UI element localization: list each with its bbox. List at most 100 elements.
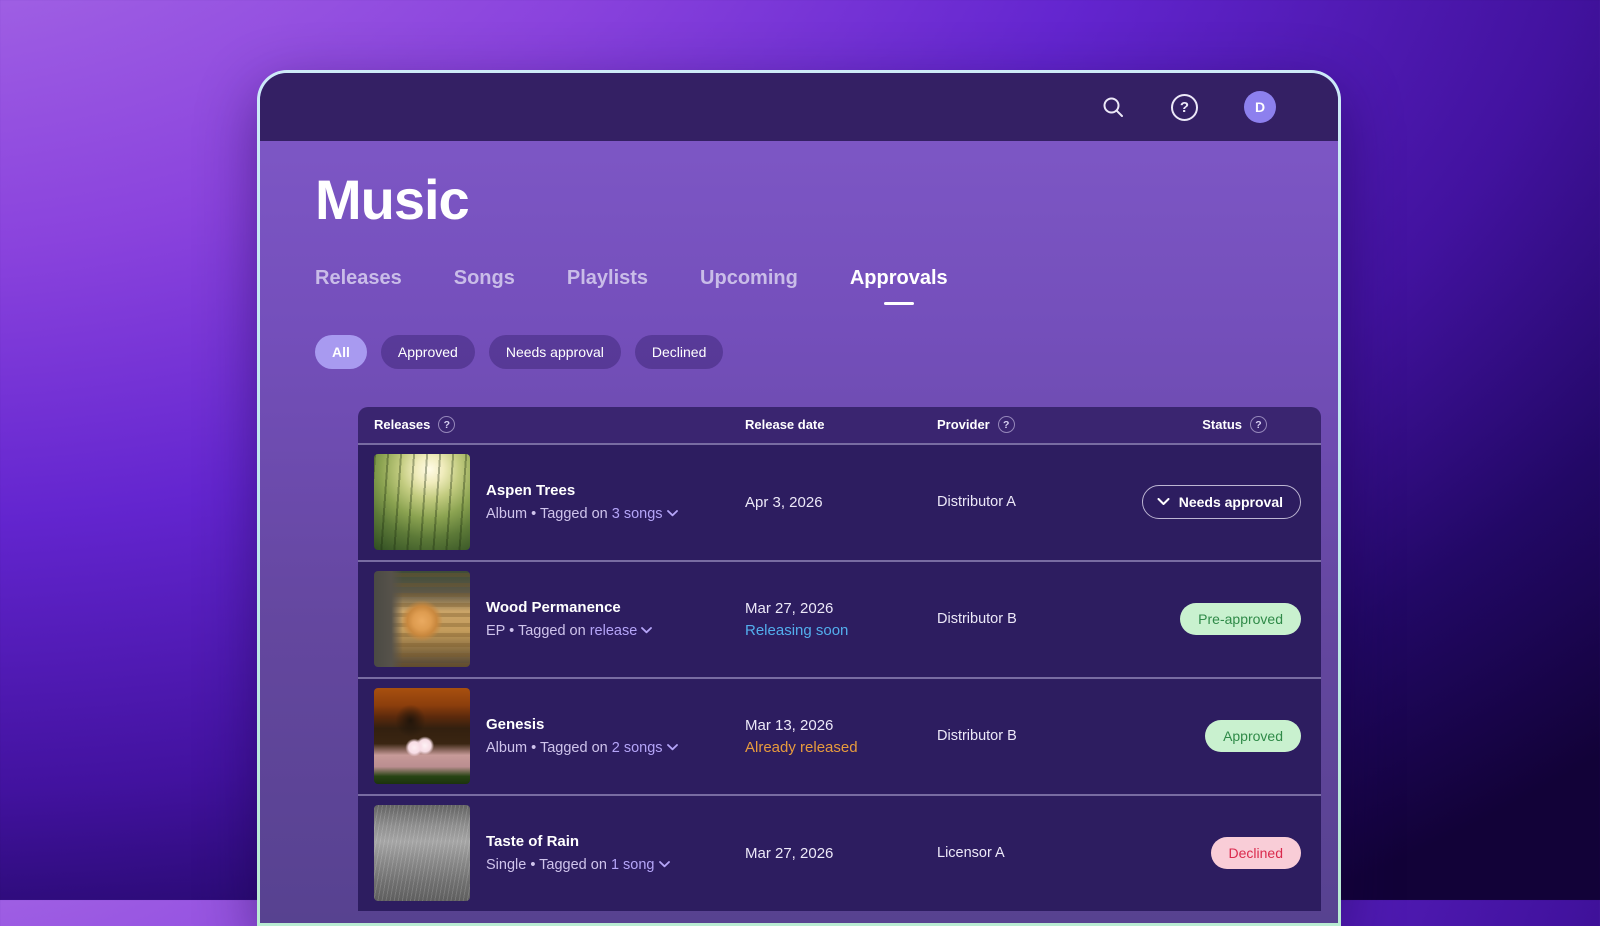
filter-chip-approved[interactable]: Approved xyxy=(381,335,475,369)
filter-chip-all[interactable]: All xyxy=(315,335,367,369)
column-label: Release date xyxy=(745,417,825,432)
release-cell: Wood Permanence EP • Tagged on release xyxy=(358,571,745,667)
album-art-wood-permanence xyxy=(374,571,470,667)
release-note: Already released xyxy=(745,739,937,756)
release-meta: EP • Tagged on release xyxy=(486,623,652,639)
table-row-wood-permanence[interactable]: Wood Permanence EP • Tagged on release M… xyxy=(358,560,1321,677)
tab-label: Approvals xyxy=(850,266,948,290)
tagged-release-link[interactable]: release xyxy=(590,623,653,639)
date-cell: Mar 27, 2026 xyxy=(745,845,937,862)
release-info: Aspen Trees Album • Tagged on 3 songs xyxy=(486,482,678,522)
release-cell: Aspen Trees Album • Tagged on 3 songs xyxy=(358,454,745,550)
release-date: Mar 27, 2026 xyxy=(745,600,937,617)
table-row-taste-of-rain[interactable]: Taste of Rain Single • Tagged on 1 song … xyxy=(358,794,1321,911)
topbar: ? D xyxy=(260,73,1338,141)
provider-value: Licensor A xyxy=(937,845,1112,861)
status-dropdown-needs-approval[interactable]: Needs approval xyxy=(1142,485,1301,519)
release-title: Aspen Trees xyxy=(486,482,678,499)
release-meta-prefix: EP • Tagged on xyxy=(486,623,586,639)
status-cell: Needs approval xyxy=(1112,485,1321,519)
app-window-inner: ? D Music Releases Songs xyxy=(260,73,1338,923)
help-icon: ? xyxy=(1171,94,1198,121)
filter-chip-needs-approval[interactable]: Needs approval xyxy=(489,335,621,369)
column-header-status: Status ? xyxy=(1112,416,1321,433)
chevron-down-icon xyxy=(667,744,678,751)
tab-label: Songs xyxy=(454,266,515,290)
status-help-icon[interactable]: ? xyxy=(1250,416,1267,433)
provider-value: Distributor B xyxy=(937,611,1112,627)
tab-indicator xyxy=(343,302,373,305)
release-meta-prefix: Album • Tagged on xyxy=(486,506,608,522)
tagged-link-label: 2 songs xyxy=(612,740,663,756)
status-label: Needs approval xyxy=(1179,494,1283,510)
chevron-down-icon xyxy=(667,510,678,517)
help-glyph: ? xyxy=(444,420,450,431)
tagged-song-link[interactable]: 1 song xyxy=(611,857,670,873)
release-meta: Album • Tagged on 2 songs xyxy=(486,740,678,756)
release-date: Mar 27, 2026 xyxy=(745,845,937,862)
tagged-link-label: release xyxy=(590,623,638,639)
status-badge-approved: Approved xyxy=(1205,720,1301,752)
tab-indicator xyxy=(592,302,622,305)
app-window: ? D Music Releases Songs xyxy=(257,70,1341,926)
tab-indicator xyxy=(734,302,764,305)
table-row-aspen-trees[interactable]: Aspen Trees Album • Tagged on 3 songs Ap… xyxy=(358,443,1321,560)
releases-help-icon[interactable]: ? xyxy=(438,416,455,433)
album-art-taste-of-rain xyxy=(374,805,470,901)
active-tab-indicator xyxy=(884,302,914,305)
tab-bar: Releases Songs Playlists Upcoming Approv… xyxy=(315,266,1338,305)
tagged-songs-link[interactable]: 2 songs xyxy=(612,740,678,756)
release-title: Taste of Rain xyxy=(486,833,670,850)
date-cell: Apr 3, 2026 xyxy=(745,494,937,511)
column-header-release-date: Release date xyxy=(745,417,937,432)
album-art-aspen-trees xyxy=(374,454,470,550)
account-button[interactable]: D xyxy=(1244,91,1276,123)
tab-indicator xyxy=(469,302,499,305)
status-cell: Declined xyxy=(1112,837,1321,869)
status-cell: Pre-approved xyxy=(1112,603,1321,635)
date-cell: Mar 13, 2026 Already released xyxy=(745,717,937,756)
release-date: Mar 13, 2026 xyxy=(745,717,937,734)
avatar-initial: D xyxy=(1255,99,1265,115)
release-note: Releasing soon xyxy=(745,622,937,639)
tab-approvals[interactable]: Approvals xyxy=(850,266,948,305)
date-cell: Mar 27, 2026 Releasing soon xyxy=(745,600,937,639)
search-button[interactable] xyxy=(1101,95,1125,119)
release-title: Genesis xyxy=(486,716,678,733)
tab-label: Playlists xyxy=(567,266,648,290)
provider-help-icon[interactable]: ? xyxy=(998,416,1015,433)
tab-playlists[interactable]: Playlists xyxy=(567,266,648,305)
status-filter-chips: All Approved Needs approval Declined xyxy=(315,335,1338,369)
release-info: Genesis Album • Tagged on 2 songs xyxy=(486,716,678,756)
column-label: Releases xyxy=(374,417,430,432)
chevron-down-icon xyxy=(641,627,652,634)
tab-label: Upcoming xyxy=(700,266,798,290)
table-header: Releases ? Release date Provider ? xyxy=(358,407,1321,443)
release-title: Wood Permanence xyxy=(486,599,652,616)
tagged-songs-link[interactable]: 3 songs xyxy=(612,506,678,522)
table-row-genesis[interactable]: Genesis Album • Tagged on 2 songs Mar 13… xyxy=(358,677,1321,794)
album-art-genesis xyxy=(374,688,470,784)
release-meta: Album • Tagged on 3 songs xyxy=(486,506,678,522)
tab-songs[interactable]: Songs xyxy=(454,266,515,305)
page-title: Music xyxy=(315,171,1338,230)
provider-value: Distributor B xyxy=(937,728,1112,744)
tab-releases[interactable]: Releases xyxy=(315,266,402,305)
release-info: Wood Permanence EP • Tagged on release xyxy=(486,599,652,639)
help-button[interactable]: ? xyxy=(1171,94,1198,121)
search-icon xyxy=(1101,95,1125,119)
release-cell: Genesis Album • Tagged on 2 songs xyxy=(358,688,745,784)
status-badge-declined: Declined xyxy=(1211,837,1301,869)
avatar: D xyxy=(1244,91,1276,123)
column-header-releases: Releases ? xyxy=(358,416,745,433)
main-content: Music Releases Songs Playlists Upcoming xyxy=(260,141,1338,911)
release-meta: Single • Tagged on 1 song xyxy=(486,857,670,873)
filter-chip-declined[interactable]: Declined xyxy=(635,335,723,369)
approvals-table: Releases ? Release date Provider ? xyxy=(358,407,1321,911)
chevron-down-icon xyxy=(1157,498,1170,506)
help-glyph: ? xyxy=(1003,420,1009,431)
tab-upcoming[interactable]: Upcoming xyxy=(700,266,798,305)
status-badge-pre-approved: Pre-approved xyxy=(1180,603,1301,635)
tab-label: Releases xyxy=(315,266,402,290)
help-glyph: ? xyxy=(1180,100,1189,115)
